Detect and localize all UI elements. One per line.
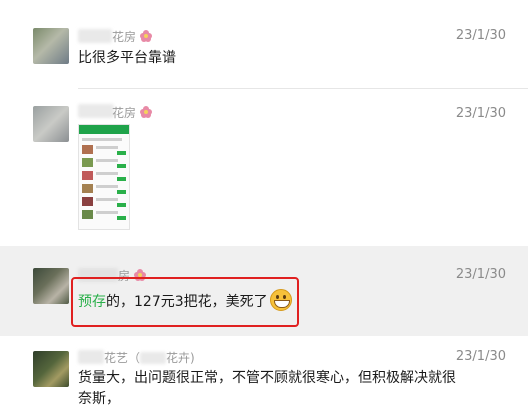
comment-text: 比很多平台靠谱 xyxy=(78,50,176,66)
username-redacted xyxy=(78,350,104,364)
comment-row: 花房 23/1/30 比很多平台靠谱 xyxy=(0,0,528,88)
comment-feed: 花房 23/1/30 比很多平台靠谱 花房 23/1/30 房 23/1/30 … xyxy=(0,0,528,410)
username[interactable]: 花艺（ 花卉) xyxy=(104,349,195,366)
comment-text: 货量大，出问题很正常，不管不顾就很寒心，但积极解决就很奈斯， xyxy=(78,370,456,407)
username[interactable]: 花房 xyxy=(112,104,152,121)
comment-date: 23/1/30 xyxy=(455,267,506,282)
avatar[interactable] xyxy=(33,268,69,304)
avatar[interactable] xyxy=(33,28,69,64)
comment-date: 23/1/30 xyxy=(455,106,506,121)
username[interactable]: 花房 xyxy=(112,28,152,45)
username-redacted xyxy=(140,352,167,364)
screenshot-thumbnail[interactable] xyxy=(78,124,130,230)
avatar[interactable] xyxy=(33,106,69,142)
comment-row: 花艺（ 花卉) 23/1/30 货量大，出问题很正常，不管不顾就很寒心，但积极解决… xyxy=(0,337,528,410)
flower-icon xyxy=(139,106,152,118)
avatar[interactable] xyxy=(33,351,69,387)
comment-date: 23/1/30 xyxy=(455,28,506,43)
flower-icon xyxy=(139,30,152,42)
username-redacted xyxy=(78,104,114,118)
username-redacted xyxy=(78,29,112,43)
comment-date: 23/1/30 xyxy=(455,349,506,364)
annotation-box xyxy=(71,277,299,327)
